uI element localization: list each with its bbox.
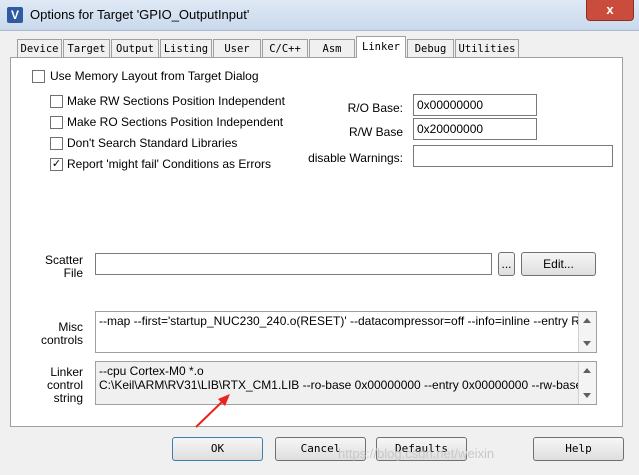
- scatter-label: Scatter: [44, 253, 83, 267]
- ro-independent-label: Make RO Sections Position Independent: [67, 115, 284, 129]
- might-fail-errors-checkbox[interactable]: ✓: [50, 158, 63, 171]
- scatter-file-field[interactable]: [95, 253, 492, 275]
- rw-independent-checkbox[interactable]: [50, 95, 63, 108]
- scatter-file-label: File: [63, 266, 83, 280]
- scroll-up-arrow-icon[interactable]: [583, 318, 591, 323]
- dont-search-libs-checkbox[interactable]: [50, 137, 63, 150]
- tab-c-cpp[interactable]: C/C++: [262, 39, 308, 57]
- tab-utilities[interactable]: Utilities: [455, 39, 519, 57]
- linker-control-line-2: C:\Keil\ARM\RV31\LIB\RTX_CM1.LIB --ro-ba…: [99, 378, 597, 392]
- misc-scrollbar[interactable]: [578, 312, 596, 352]
- scroll-down-arrow-icon[interactable]: [583, 393, 591, 398]
- ro-base-label: R/O Base:: [347, 101, 403, 115]
- dont-search-libs-label: Don't Search Standard Libraries: [67, 136, 238, 150]
- ro-independent-checkbox[interactable]: [50, 116, 63, 129]
- tab-user[interactable]: User: [213, 39, 261, 57]
- scroll-down-arrow-icon[interactable]: [583, 341, 591, 346]
- tab-output[interactable]: Output: [111, 39, 159, 57]
- use-memory-layout-checkbox[interactable]: [32, 70, 45, 83]
- help-button[interactable]: Help: [533, 437, 624, 461]
- string-label: string: [53, 391, 83, 405]
- watermark-text: https://blog.csdn.net/weixin: [338, 446, 495, 461]
- use-memory-layout-label: Use Memory Layout from Target Dialog: [50, 69, 259, 83]
- close-button[interactable]: x: [586, 0, 634, 21]
- annotation-arrow-icon: [195, 394, 230, 428]
- rw-base-label: R/W Base: [348, 125, 403, 139]
- ok-button[interactable]: OK: [172, 437, 263, 461]
- disable-warnings-label: disable Warnings:: [308, 151, 403, 165]
- linker-control-string-textarea: --cpu Cortex-M0 *.o C:\Keil\ARM\RV31\LIB…: [95, 361, 597, 405]
- misc-label: Misc: [58, 320, 83, 334]
- misc-controls-label: controls: [40, 333, 83, 347]
- edit-button[interactable]: Edit...: [521, 252, 596, 276]
- rw-independent-label: Make RW Sections Position Independent: [67, 94, 285, 108]
- linker-control-line-1: --cpu Cortex-M0 *.o: [99, 364, 204, 378]
- window-title: Options for Target 'GPIO_OutputInput': [30, 7, 250, 22]
- scroll-up-arrow-icon[interactable]: [583, 368, 591, 373]
- linker-string-scrollbar[interactable]: [578, 362, 596, 404]
- tab-debug[interactable]: Debug: [407, 39, 454, 57]
- rw-base-field[interactable]: 0x20000000: [413, 118, 537, 140]
- tab-listing[interactable]: Listing: [160, 39, 212, 57]
- browse-button[interactable]: ...: [498, 252, 515, 276]
- control-label: control: [46, 378, 83, 392]
- misc-controls-textarea[interactable]: --map --first='startup_NUC230_240.o(RESE…: [95, 311, 597, 353]
- might-fail-errors-label: Report 'might fail' Conditions as Errors: [67, 157, 271, 171]
- misc-controls-text: --map --first='startup_NUC230_240.o(RESE…: [99, 314, 597, 328]
- linker-label: Linker: [50, 365, 83, 379]
- ro-base-field[interactable]: 0x00000000: [413, 94, 537, 116]
- disable-warnings-field[interactable]: [413, 145, 613, 167]
- tab-device[interactable]: Device: [17, 39, 62, 57]
- checkmark-icon: ✓: [51, 158, 62, 170]
- keil-app-icon: V: [7, 7, 23, 23]
- tab-target[interactable]: Target: [63, 39, 110, 57]
- tab-linker[interactable]: Linker: [356, 36, 406, 58]
- tab-asm[interactable]: Asm: [309, 39, 355, 57]
- title-bar: V Options for Target 'GPIO_OutputInput' …: [0, 0, 639, 31]
